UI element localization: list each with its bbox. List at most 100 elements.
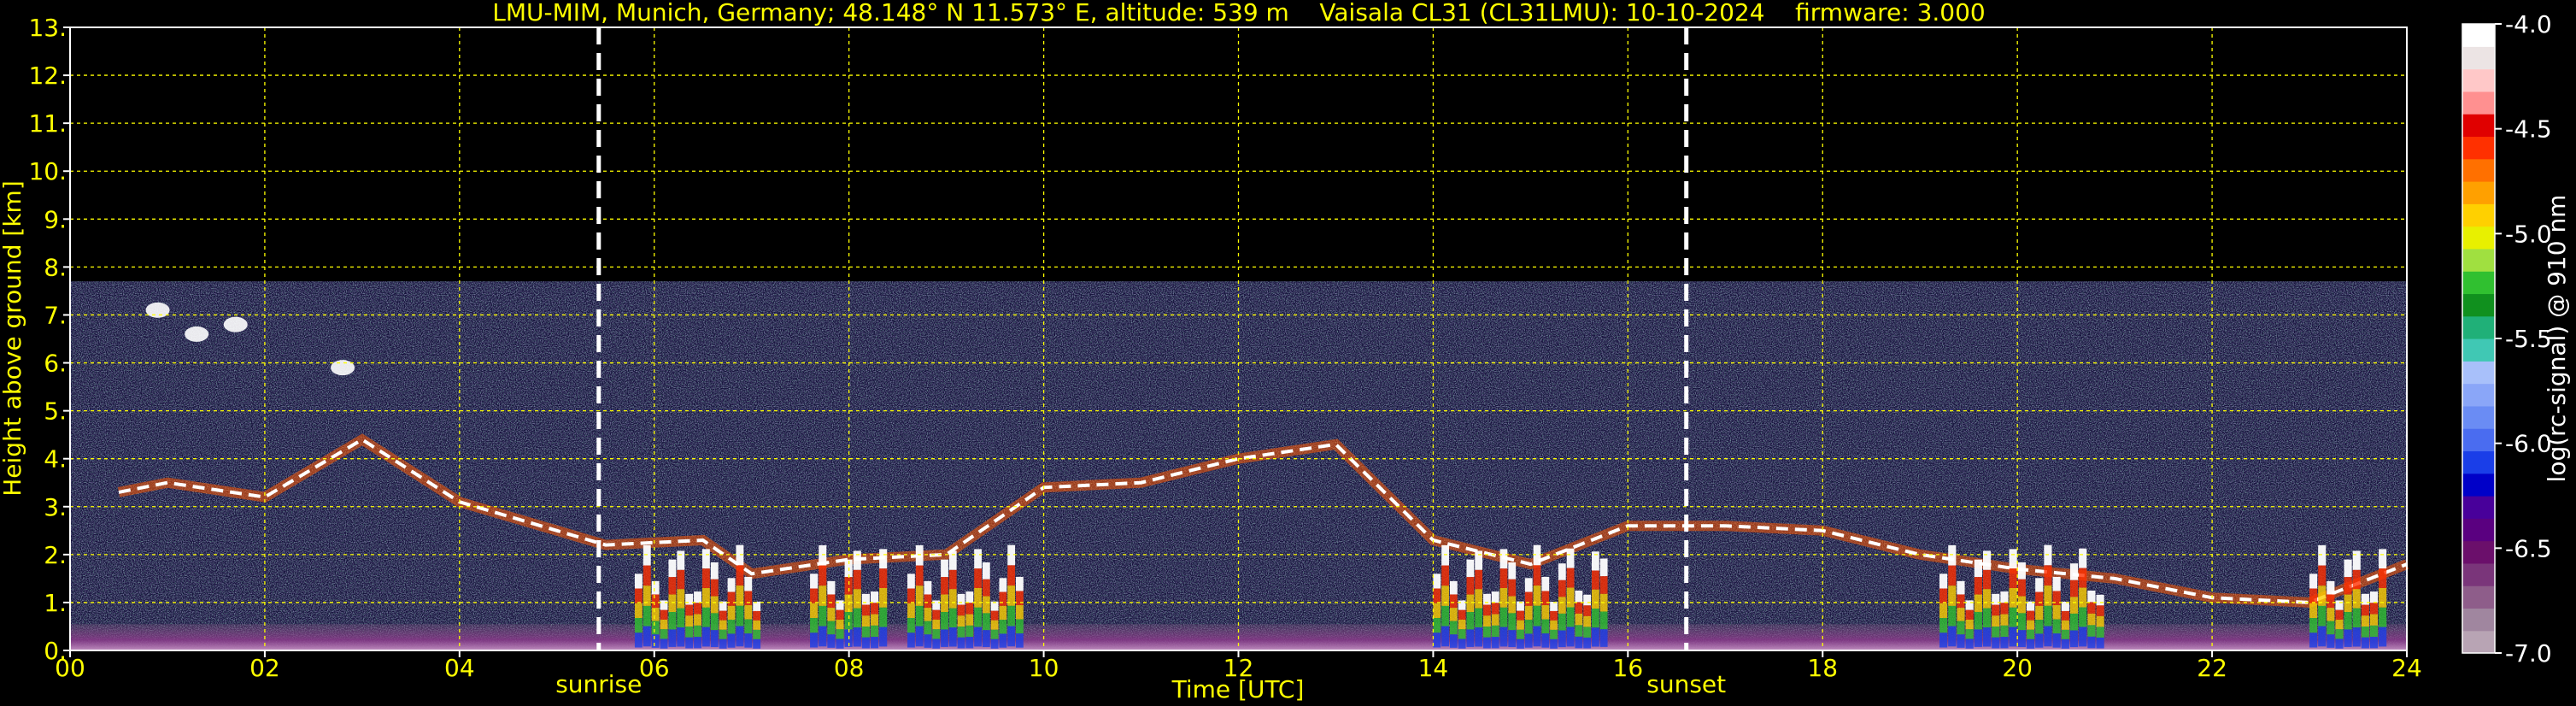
x-tick-label: 02 bbox=[249, 654, 280, 682]
precipitation-cell bbox=[915, 544, 924, 566]
precipitation-cell bbox=[660, 609, 668, 620]
precipitation-cell bbox=[2052, 619, 2061, 634]
precipitation-cell bbox=[853, 550, 861, 570]
colorbar-tick-label: -4.5 bbox=[2505, 115, 2552, 144]
precipitation-cell bbox=[2379, 587, 2387, 608]
precipitation-cell bbox=[1533, 565, 1541, 586]
precipitation-cell bbox=[879, 627, 888, 647]
y-tick-label: 13. bbox=[28, 14, 67, 42]
colorbar-swatch bbox=[2462, 562, 2495, 586]
precipitation-cell bbox=[753, 620, 761, 630]
precipitation-cell bbox=[677, 569, 685, 590]
precipitation-cell bbox=[974, 587, 982, 608]
precipitation-cell bbox=[2061, 629, 2069, 639]
x-tick-label: 14 bbox=[1418, 654, 1449, 682]
precipitation-cell bbox=[861, 637, 870, 649]
precipitation-cell bbox=[827, 594, 836, 609]
precipitation-cell bbox=[1016, 605, 1024, 620]
precipitation-cell bbox=[1541, 633, 1550, 648]
x-axis-label: Time [UTC] bbox=[1171, 675, 1305, 703]
precipitation-cell bbox=[870, 625, 879, 638]
precipitation-cell bbox=[2327, 621, 2335, 635]
precipitation-cell bbox=[701, 587, 710, 608]
precipitation-cell bbox=[1575, 590, 1583, 603]
precipitation-cell bbox=[1466, 612, 1475, 630]
precipitation-cell bbox=[753, 601, 761, 611]
precipitation-cell bbox=[677, 589, 685, 609]
precipitation-cell bbox=[1458, 629, 1466, 639]
precipitation-cell bbox=[982, 562, 990, 580]
precipitation-cell bbox=[1449, 634, 1458, 648]
precipitation-cell bbox=[2079, 607, 2087, 627]
precipitation-cell bbox=[2344, 629, 2352, 647]
precipitation-cell bbox=[701, 549, 710, 569]
precipitation-cell bbox=[660, 600, 668, 610]
precipitation-cell bbox=[1550, 620, 1558, 630]
colorbar-swatch bbox=[2462, 315, 2495, 339]
precipitation-cell bbox=[932, 629, 941, 639]
precipitation-cell bbox=[2035, 591, 2044, 606]
precipitation-cell bbox=[932, 609, 941, 620]
precipitation-cell bbox=[2009, 549, 2017, 569]
precipitation-cell bbox=[2026, 638, 2035, 649]
precipitation-cell bbox=[941, 577, 948, 595]
precipitation-cell bbox=[1007, 565, 1016, 586]
precipitation-cell bbox=[710, 562, 719, 580]
precipitation-cell bbox=[1965, 638, 1974, 649]
precipitation-cell bbox=[1957, 594, 1965, 609]
precipitation-cell bbox=[1957, 634, 1965, 648]
precipitation-cell bbox=[974, 607, 982, 627]
precipitation-cell bbox=[1974, 577, 1982, 595]
precipitation-cell bbox=[844, 612, 853, 630]
colorbar-swatch bbox=[2462, 338, 2495, 362]
precipitation-cell bbox=[1583, 627, 1592, 638]
precipitation-cell bbox=[2069, 630, 2079, 648]
precipitation-cell bbox=[948, 569, 957, 590]
precipitation-cell bbox=[1458, 619, 1466, 630]
precipitation-cell bbox=[2335, 629, 2344, 639]
precipitation-cell bbox=[668, 629, 677, 647]
precipitation-cell bbox=[1550, 610, 1558, 621]
precipitation-cell bbox=[965, 637, 974, 649]
x-tick-label: 18 bbox=[1807, 654, 1838, 682]
precipitation-cell bbox=[870, 637, 879, 649]
precipitation-cell bbox=[1517, 620, 1524, 630]
colorbar-swatch bbox=[2462, 361, 2495, 385]
precipitation-cell bbox=[982, 613, 990, 631]
precipitation-cell bbox=[2379, 568, 2387, 588]
precipitation-cell bbox=[668, 594, 677, 613]
precipitation-cell bbox=[1475, 569, 1483, 590]
precipitation-cell bbox=[1939, 588, 1948, 603]
precipitation-cell bbox=[2087, 625, 2096, 637]
precipitation-cell bbox=[2061, 620, 2069, 630]
colorbar-swatch bbox=[2462, 630, 2495, 654]
precipitation-cell bbox=[634, 618, 643, 633]
precipitation-cell bbox=[1957, 621, 1965, 635]
precipitation-cell bbox=[736, 544, 744, 566]
precipitation-cell bbox=[1575, 636, 1583, 649]
precipitation-cell bbox=[2000, 625, 2009, 638]
precipitation-cell bbox=[2096, 637, 2104, 649]
precipitation-cell bbox=[924, 608, 932, 621]
precipitation-cell bbox=[1483, 615, 1491, 627]
precipitation-cell bbox=[1433, 574, 1441, 589]
precipitation-cell bbox=[2052, 605, 2061, 620]
precipitation-cell bbox=[1541, 619, 1550, 634]
precipitation-cell bbox=[668, 577, 677, 595]
precipitation-cell bbox=[965, 614, 974, 626]
precipitation-cell bbox=[643, 605, 651, 627]
precipitation-cell bbox=[2344, 594, 2352, 613]
precipitation-cell bbox=[861, 593, 870, 605]
precipitation-cell bbox=[651, 580, 660, 595]
precipitation-cell bbox=[651, 608, 660, 621]
precipitation-cell bbox=[1524, 620, 1533, 634]
precipitation-cell bbox=[957, 637, 965, 649]
precipitation-cell bbox=[1533, 626, 1541, 647]
precipitation-cell bbox=[2369, 625, 2379, 638]
precipitation-cell bbox=[1475, 608, 1483, 628]
precipitation-cell bbox=[941, 612, 948, 630]
precipitation-cell bbox=[1475, 550, 1483, 570]
precipitation-cell bbox=[2044, 605, 2052, 627]
precipitation-cell bbox=[2009, 568, 2017, 588]
y-tick-label: 8. bbox=[44, 253, 67, 281]
